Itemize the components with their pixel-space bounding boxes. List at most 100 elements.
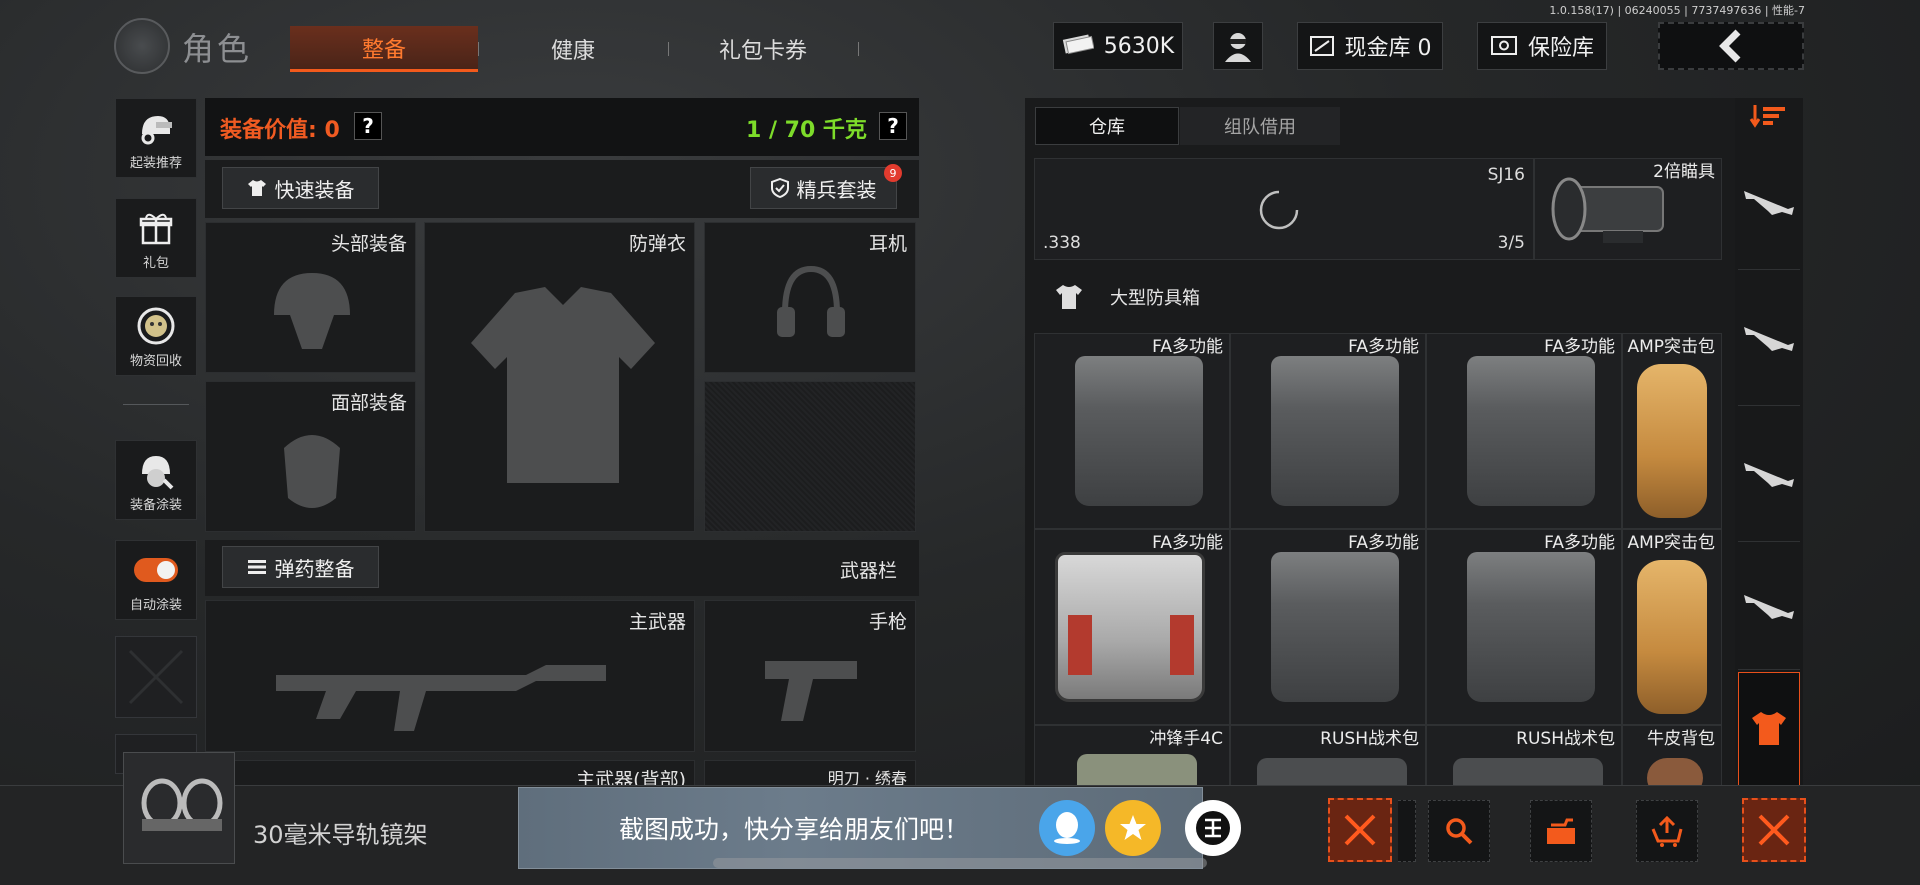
qq-share-icon[interactable] — [1039, 800, 1095, 856]
inventory-item[interactable]: FA多功能 — [1426, 529, 1622, 725]
item-title: FA多功能 — [1152, 533, 1223, 553]
scope-cell[interactable]: 2倍瞄具 — [1534, 158, 1722, 260]
close-toast-button[interactable] — [1328, 798, 1392, 862]
inventory-item[interactable]: RUSH战术包 — [1230, 725, 1426, 787]
home-indicator[interactable] — [713, 858, 1207, 868]
quick-equip-button[interactable]: 快速装备 — [222, 167, 379, 209]
vault-card-icon — [1309, 36, 1334, 56]
selected-item-thumbnail[interactable] — [123, 752, 235, 864]
slot-armor[interactable]: 防弹衣 — [424, 222, 695, 532]
cart-upload-icon — [1651, 815, 1683, 847]
auto-paint-toggle[interactable] — [134, 558, 178, 582]
inventory-item[interactable]: FA多功能 — [1426, 333, 1622, 529]
equipment-value: 装备价值: 0 — [220, 118, 340, 143]
item-title: 冲锋手4C — [1149, 729, 1223, 749]
inventory-item[interactable]: 牛皮背包 — [1622, 725, 1722, 787]
scope-icon — [1551, 177, 1664, 243]
inventory-item[interactable]: 冲锋手4C — [1034, 725, 1230, 787]
search-icon — [1446, 818, 1473, 845]
sell-button[interactable] — [1636, 800, 1698, 862]
gift-icon — [134, 208, 178, 248]
shield-icon — [770, 178, 789, 198]
tab-health[interactable]: 健康 — [478, 26, 668, 72]
sidebar-item-gift[interactable]: 礼包 — [115, 198, 197, 278]
vest-icon — [471, 287, 655, 483]
ammo-cell[interactable]: .338 SJ16 3/5 — [1034, 158, 1534, 260]
item-title: 牛皮背包 — [1647, 729, 1715, 749]
search-button[interactable] — [1428, 800, 1490, 862]
value-help-button[interactable]: ? — [354, 112, 382, 140]
filter-rifle[interactable] — [1738, 270, 1800, 406]
slot-primary-weapon[interactable]: 主武器 — [205, 600, 695, 752]
ammo-equip-label: 弹药整备 — [274, 556, 355, 581]
close-icon — [1344, 814, 1376, 846]
tab-warehouse[interactable]: 仓库 — [1035, 107, 1179, 145]
slot-label: 手枪 — [868, 611, 907, 633]
filter-rifle[interactable] — [1738, 406, 1800, 542]
slot-pistol[interactable]: 手枪 — [704, 600, 916, 752]
inventory-item[interactable]: FA多功能 — [1230, 529, 1426, 725]
inventory-item[interactable]: AMP突击包 — [1622, 333, 1722, 529]
grey-bag-icon — [1075, 356, 1203, 506]
item-title: FA多功能 — [1152, 337, 1223, 357]
item-title: RUSH战术包 — [1320, 729, 1419, 749]
weapon-bar-label: 武器栏 — [840, 560, 898, 582]
sidebar-item-recycle[interactable]: 物资回收 — [115, 296, 197, 376]
slot-headset[interactable]: 耳机 — [704, 222, 916, 373]
slot-locked — [704, 381, 916, 532]
storage-button[interactable] — [1530, 800, 1592, 862]
slot-label: 耳机 — [868, 233, 907, 255]
filter-rifle[interactable] — [1738, 134, 1800, 270]
elite-set-button[interactable]: 精兵套装 — [750, 167, 897, 209]
action-edge — [1398, 800, 1416, 862]
inventory-item[interactable]: FA多功能 — [1034, 333, 1230, 529]
safe-box-button[interactable]: 保险库 — [1477, 22, 1607, 70]
tab-divider — [858, 42, 859, 56]
item-title: FA多功能 — [1348, 533, 1419, 553]
globe-logo-icon — [114, 18, 170, 74]
slot-label: 主武器 — [628, 611, 686, 633]
tab-gift-vouchers[interactable]: 礼包卡券 — [668, 26, 858, 72]
weight-indicator: 1 / 70 千克 — [746, 118, 867, 143]
brown-bag-icon — [1647, 758, 1703, 786]
grey-bag-icon — [1453, 758, 1603, 786]
toggle-wrapper — [134, 550, 178, 590]
back-button[interactable] — [1658, 22, 1804, 70]
tab-equip[interactable]: 整备 — [290, 26, 478, 72]
inventory-item[interactable]: FA多功能 — [1230, 333, 1426, 529]
sidebar-item-label: 自动涂装 — [129, 598, 182, 613]
slot-face[interactable]: 面部装备 — [205, 381, 416, 532]
sidebar-item-label: 起装推荐 — [129, 156, 182, 171]
app-share-icon[interactable] — [1185, 800, 1241, 856]
olive-bag-icon — [1077, 754, 1197, 786]
ammo-caliber: .338 — [1043, 233, 1081, 253]
weight-help-button[interactable]: ? — [879, 112, 907, 140]
item-title: AMP突击包 — [1627, 533, 1715, 553]
ammo-equip-button[interactable]: 弹药整备 — [222, 546, 379, 588]
close-icon — [1758, 814, 1790, 846]
gas-mask-icon — [284, 435, 340, 508]
helmet-icon — [274, 273, 350, 349]
inventory-item[interactable]: FA多功能 — [1034, 529, 1230, 725]
agent-avatar-button[interactable] — [1213, 22, 1263, 70]
safe-box-label: 保险库 — [1527, 36, 1594, 61]
tab-team-borrow[interactable]: 组队借用 — [1180, 107, 1340, 145]
close-button[interactable] — [1742, 798, 1806, 862]
inventory-item[interactable]: RUSH战术包 — [1426, 725, 1622, 787]
section-label: 大型防具箱 — [1110, 288, 1200, 309]
filter-rifle[interactable] — [1738, 542, 1800, 670]
currency-display[interactable]: 5630K — [1053, 22, 1183, 70]
sidebar-item-loadout-recommend[interactable]: 起装推荐 — [115, 98, 197, 178]
sort-button[interactable] — [1738, 98, 1800, 134]
selected-item-name: 30毫米导轨镜架 — [253, 821, 428, 849]
cash-vault-button[interactable]: 现金库 0 — [1297, 22, 1443, 70]
slot-head[interactable]: 头部装备 — [205, 222, 416, 373]
shirt-icon — [247, 180, 266, 196]
rifle-icon — [1744, 326, 1794, 351]
sidebar-item-auto-paint[interactable]: 自动涂装 — [115, 540, 197, 620]
qzone-share-icon[interactable] — [1105, 800, 1161, 856]
slot-label: 防弹衣 — [628, 233, 686, 255]
inventory-item[interactable]: AMP突击包 — [1622, 529, 1722, 725]
filter-armor[interactable] — [1738, 672, 1800, 786]
sidebar-item-paint[interactable]: 装备涂装 — [115, 440, 197, 520]
